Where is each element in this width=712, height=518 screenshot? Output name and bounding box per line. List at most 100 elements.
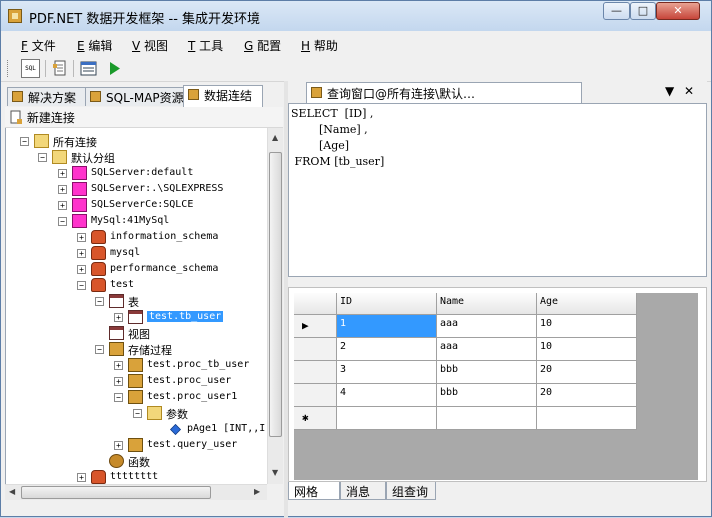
tree-label: information_schema <box>110 231 219 242</box>
toolbar-separator <box>45 60 46 77</box>
document-icon[interactable] <box>51 59 70 78</box>
grid-cell[interactable]: bbb <box>437 361 537 384</box>
grid-cell-new[interactable] <box>437 407 537 430</box>
row-header[interactable] <box>294 384 337 407</box>
grid-corner[interactable] <box>294 293 337 315</box>
database-connection-icon <box>72 182 87 196</box>
tree-label: test.query_user <box>147 439 238 450</box>
app-icon <box>8 9 22 23</box>
expand-icon[interactable]: + <box>58 185 67 194</box>
tree-vertical-scrollbar[interactable]: ▲ ▼ <box>267 128 283 484</box>
expand-icon[interactable]: + <box>77 249 86 258</box>
expand-icon[interactable]: + <box>58 169 67 178</box>
row-header[interactable] <box>294 361 337 384</box>
collapse-icon[interactable]: − <box>95 345 104 354</box>
scroll-thumb[interactable] <box>21 486 211 499</box>
data-connection-icon <box>188 89 199 100</box>
minimize-button[interactable]: — <box>603 2 630 20</box>
tab-sqlmap[interactable]: SQL-MAP资源 <box>85 87 184 106</box>
list-view-icon[interactable] <box>79 59 98 78</box>
query-window-title: 查询窗口@所有连接\默认… <box>327 87 476 101</box>
tab-data-connection[interactable]: 数据连结 <box>183 85 263 107</box>
expand-icon[interactable]: + <box>58 201 67 210</box>
tree-label: 函数 <box>128 456 150 469</box>
menu-help[interactable]: H 帮助 <box>301 37 338 54</box>
tab-messages[interactable]: 消息 <box>340 482 386 500</box>
expand-icon[interactable]: + <box>114 313 123 322</box>
collapse-icon[interactable]: − <box>114 393 123 402</box>
menu-tools[interactable]: T 工具 <box>188 37 223 54</box>
scroll-right-icon[interactable]: ▶ <box>254 487 260 496</box>
sqlmap-icon <box>90 91 101 102</box>
grid-cell[interactable]: 20 <box>537 384 637 407</box>
grid-cell[interactable]: aaa <box>437 338 537 361</box>
dropdown-icon[interactable]: ▼ <box>665 84 674 98</box>
scroll-down-icon[interactable]: ▼ <box>272 468 278 477</box>
close-tab-icon[interactable]: ✕ <box>684 84 694 98</box>
document-tabstrip: 查询窗口@所有连接\默认… ▼ ✕ <box>288 81 707 104</box>
expand-icon[interactable]: + <box>77 473 86 482</box>
scroll-up-icon[interactable]: ▲ <box>272 133 278 142</box>
sql-line: [Name] , <box>291 123 368 136</box>
collapse-icon[interactable]: − <box>20 137 29 146</box>
expand-icon[interactable]: + <box>114 441 123 450</box>
maximize-button[interactable]: □ <box>630 2 656 20</box>
row-header[interactable] <box>294 338 337 361</box>
grid-cell[interactable]: 20 <box>537 361 637 384</box>
result-tabstrip: 网格 消息 组查询 <box>288 482 707 502</box>
new-connection-button[interactable]: 新建连接 <box>9 109 75 126</box>
collapse-icon[interactable]: − <box>77 281 86 290</box>
expand-icon[interactable]: + <box>114 377 123 386</box>
tree-label: 存储过程 <box>128 344 172 357</box>
menu-config[interactable]: G 配置 <box>244 37 281 54</box>
menu-tools-key: T <box>188 39 196 53</box>
grid-cell[interactable]: 4 <box>337 384 437 407</box>
sql-editor[interactable]: SELECT [ID] , [Name] , [Age] FROM [tb_us… <box>288 103 707 277</box>
grid-header-name[interactable]: Name <box>437 293 537 315</box>
grid-cell[interactable]: 2 <box>337 338 437 361</box>
query-window-icon <box>311 87 322 98</box>
menu-file-key: F <box>21 39 28 53</box>
grid-header-age[interactable]: Age <box>537 293 637 315</box>
grid-header-id[interactable]: ID <box>337 293 437 315</box>
collapse-icon[interactable]: − <box>95 297 104 306</box>
tree-label: mysql <box>110 247 141 258</box>
scroll-thumb[interactable] <box>269 152 282 437</box>
close-button[interactable]: ✕ <box>656 2 700 20</box>
row-header-current[interactable]: ▶ <box>294 315 337 338</box>
connections-folder-icon <box>34 134 49 148</box>
menu-edit[interactable]: E 编辑 <box>77 37 112 54</box>
menu-view[interactable]: V 视图 <box>132 37 168 54</box>
tree-label: MySql:41MySql <box>91 215 170 226</box>
grid-cell[interactable]: 1 <box>337 315 437 338</box>
tree-horizontal-scrollbar[interactable]: ◀ ▶ <box>5 484 267 500</box>
grid-cell-new[interactable] <box>537 407 637 430</box>
row-header-new[interactable]: ✱ <box>294 407 337 430</box>
tree-label: 视图 <box>128 328 150 341</box>
collapse-icon[interactable]: − <box>38 153 47 162</box>
expand-icon[interactable]: + <box>114 361 123 370</box>
grid-cell[interactable]: aaa <box>437 315 537 338</box>
toolbar-grip[interactable] <box>7 60 11 77</box>
grid-cell[interactable]: 10 <box>537 338 637 361</box>
tree-label: SQLServer:.\SQLEXPRESS <box>91 183 224 194</box>
grid-cell[interactable]: 3 <box>337 361 437 384</box>
menu-file[interactable]: F 文件 <box>21 37 56 54</box>
grid-cell[interactable]: 10 <box>537 315 637 338</box>
scroll-left-icon[interactable]: ◀ <box>9 487 15 496</box>
expand-icon[interactable]: + <box>77 265 86 274</box>
grid-cell[interactable]: bbb <box>437 384 537 407</box>
tab-query-window[interactable]: 查询窗口@所有连接\默认… <box>306 82 582 103</box>
collapse-icon[interactable]: − <box>58 217 67 226</box>
procedure-icon <box>128 390 143 404</box>
tab-group-query[interactable]: 组查询 <box>386 482 436 500</box>
title-bar[interactable]: PDF.NET 数据开发框架 -- 集成开发环境 — □ ✕ <box>1 1 711 31</box>
sql-icon[interactable]: SQL <box>21 59 40 78</box>
horizontal-splitter[interactable] <box>288 277 707 287</box>
run-icon[interactable] <box>105 59 124 78</box>
tab-solution[interactable]: 解决方案 <box>7 87 86 106</box>
expand-icon[interactable]: + <box>77 233 86 242</box>
tab-grid[interactable]: 网格 <box>288 482 340 500</box>
collapse-icon[interactable]: − <box>133 409 142 418</box>
grid-cell-new[interactable] <box>337 407 437 430</box>
